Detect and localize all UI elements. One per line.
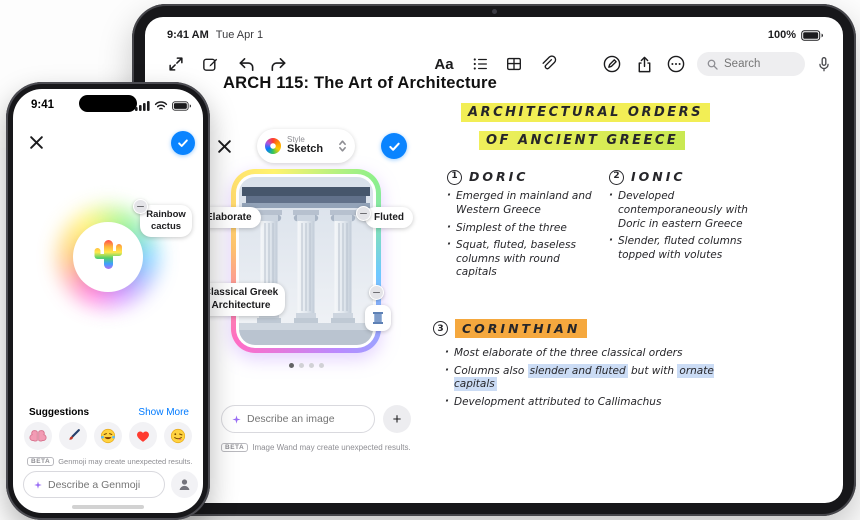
section-title: CORINTHIAN	[455, 319, 588, 338]
suggestion-paintbrush[interactable]	[59, 422, 87, 450]
handwritten-heading-1: ARCHITECTURAL ORDERS	[461, 103, 711, 122]
doric-bullet: Simplest of the three	[447, 221, 603, 236]
note-title: ARCH 115: The Art of Architecture	[223, 74, 498, 92]
suggestions-label: Suggestions	[29, 407, 90, 418]
ipad-screen: 9:41 AM Tue Apr 1 100% Aa ARCH 115: The …	[145, 17, 843, 503]
redo-icon[interactable]	[267, 53, 289, 75]
markup-icon[interactable]	[601, 53, 623, 75]
iphone-status-time: 9:41	[31, 99, 55, 111]
close-icon[interactable]	[29, 135, 44, 150]
compose-icon[interactable]	[199, 53, 221, 75]
corinthian-section: Most elaborate of the three classical or…	[445, 346, 723, 414]
circled-number: 1	[447, 169, 462, 185]
column-style-chip[interactable]	[365, 305, 391, 331]
iphone-device: 9:41 Rainbow cactus Suggestions Show Mor…	[6, 82, 210, 520]
sparkle-icon	[231, 414, 242, 425]
beta-text: Genmoji may create unexpected results.	[58, 457, 193, 466]
confirm-image-button[interactable]	[381, 133, 407, 159]
handwritten-heading-2: OF ANCIENT GREECE	[479, 131, 686, 150]
describe-genmoji-input[interactable]	[48, 478, 155, 491]
beta-badge: BETA	[27, 457, 55, 466]
suggestion-heart[interactable]	[129, 422, 157, 450]
circled-number: 2	[609, 169, 624, 185]
ionic-bullet: Slender, fluted columns topped with volu…	[609, 234, 773, 262]
doric-bullet: Emerged in mainland and Western Greece	[447, 189, 603, 217]
home-indicator	[72, 505, 144, 509]
iphone-screen: 9:41 Rainbow cactus Suggestions Show Mor…	[13, 89, 203, 513]
corinthian-bullet: Most elaborate of the three classical or…	[445, 346, 723, 361]
ionic-header: 2 IONIC	[609, 169, 773, 185]
ionic-section: 2 IONIC Developed contemporaneously with…	[609, 169, 773, 266]
corinthian-bullet: Development attributed to Callimachus	[445, 395, 723, 410]
ipad-status-bar-left: 9:41 AM Tue Apr 1	[167, 29, 263, 41]
beta-badge: BETA	[221, 443, 249, 452]
close-icon[interactable]	[217, 139, 232, 154]
style-selector[interactable]: Style Sketch	[257, 129, 355, 163]
generated-image-card[interactable]	[231, 169, 381, 353]
image-wand-beta-note: BETA Image Wand may create unexpected re…	[221, 443, 411, 452]
tag-fluted[interactable]: Fluted	[365, 207, 413, 228]
show-more-link[interactable]: Show More	[138, 407, 189, 418]
add-button[interactable]: +	[383, 405, 411, 433]
more-icon[interactable]	[665, 53, 687, 75]
doric-header: 1 DORIC	[447, 169, 603, 185]
doric-section: 1 DORIC Emerged in mainland and Western …	[447, 169, 603, 284]
person-picker-button[interactable]	[171, 471, 198, 498]
suggestion-laughing-face[interactable]	[94, 422, 122, 450]
paperclip-icon[interactable]	[537, 53, 559, 75]
text-format-icon[interactable]: Aa	[433, 53, 455, 75]
corinthian-columns-image	[239, 177, 373, 345]
wifi-icon	[154, 101, 168, 111]
suggestion-row	[24, 422, 192, 450]
battery-icon	[801, 29, 823, 41]
search-field[interactable]	[697, 52, 805, 76]
genmoji-beta-note: BETA Genmoji may create unexpected resul…	[27, 457, 192, 466]
ipad-front-camera	[492, 9, 497, 14]
remove-tag-icon[interactable]	[369, 285, 384, 300]
confirm-genmoji-button[interactable]	[171, 131, 195, 155]
battery-icon	[172, 101, 191, 111]
describe-genmoji-field[interactable]	[23, 471, 165, 498]
collapse-icon[interactable]	[165, 53, 187, 75]
checklist-icon[interactable]	[469, 53, 491, 75]
doric-bullet: Squat, fluted, baseless columns with rou…	[447, 238, 603, 280]
ipad-status-bar-right: 100%	[768, 29, 823, 41]
suggestion-brain[interactable]	[24, 422, 52, 450]
page-indicator	[231, 363, 381, 368]
chevron-up-down-icon	[338, 139, 347, 153]
corinthian-bullet: Columns also slender and fluted but with…	[445, 363, 723, 392]
share-icon[interactable]	[633, 53, 655, 75]
undo-icon[interactable]	[235, 53, 257, 75]
tag-rainbow-cactus[interactable]: Rainbow cactus	[140, 205, 192, 237]
section-title: IONIC	[631, 169, 686, 184]
section-title: DORIC	[469, 169, 529, 184]
style-value: Sketch	[287, 143, 324, 156]
ionic-bullet: Developed contemporaneously with Doric i…	[609, 189, 773, 231]
describe-image-field[interactable]	[221, 405, 375, 433]
tag-classical-greek-architecture[interactable]: Classical Greek Architecture	[197, 283, 285, 316]
suggestion-zany-face[interactable]	[164, 422, 192, 450]
highlighted-phrase: slender and fluted	[527, 363, 628, 378]
iphone-status-icons	[135, 101, 191, 111]
cellular-signal-icon	[135, 101, 150, 111]
ipad-status-date: Tue Apr 1	[215, 29, 264, 41]
dynamic-island	[79, 95, 137, 112]
rainbow-cactus-emoji	[88, 235, 128, 275]
search-icon	[706, 58, 719, 71]
remove-tag-icon[interactable]	[133, 199, 148, 214]
remove-tag-icon[interactable]	[356, 206, 371, 221]
sparkle-icon	[33, 480, 43, 490]
search-input[interactable]	[724, 58, 794, 70]
describe-image-input[interactable]	[247, 413, 365, 425]
circled-number: 3	[433, 321, 448, 336]
ipad-device: 9:41 AM Tue Apr 1 100% Aa ARCH 115: The …	[132, 4, 856, 516]
style-palette-icon	[265, 138, 281, 154]
beta-text: Image Wand may create unexpected results…	[252, 443, 411, 452]
table-icon[interactable]	[503, 53, 525, 75]
mic-icon[interactable]	[813, 53, 835, 75]
battery-percent: 100%	[767, 29, 796, 41]
ipad-status-time: 9:41 AM	[167, 29, 209, 41]
corinthian-header: 3 CORINTHIAN	[433, 319, 588, 343]
